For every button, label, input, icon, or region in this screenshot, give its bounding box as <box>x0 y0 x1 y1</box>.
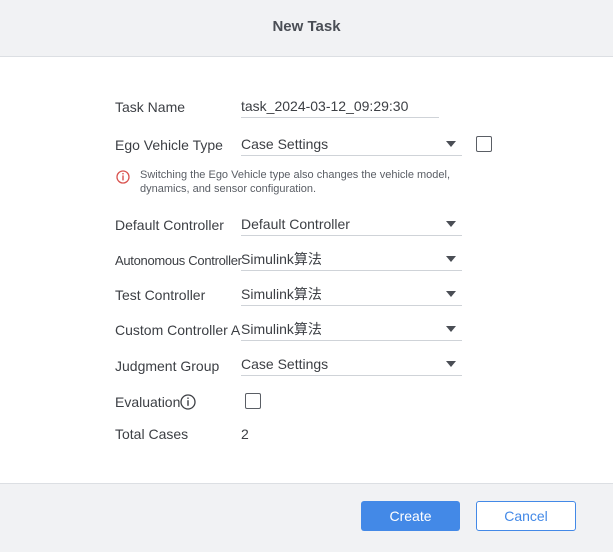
ego-vehicle-type-checkbox[interactable] <box>476 136 492 152</box>
task-name-value: task_2024-03-12_09:29:30 <box>241 98 409 114</box>
total-cases-label: Total Cases <box>115 426 189 442</box>
dialog-title: New Task <box>272 18 341 35</box>
judgment-group-label: Judgment Group <box>115 358 220 374</box>
default-controller-select[interactable]: Default Controller <box>241 215 462 236</box>
create-button[interactable]: Create <box>361 501 460 531</box>
chevron-down-icon <box>446 256 456 262</box>
chevron-down-icon <box>446 141 456 147</box>
autonomous-controller-label: Autonomous Controller <box>115 253 242 268</box>
autonomous-controller-value: Simulink算法 <box>241 251 322 267</box>
ego-vehicle-hint-text: Switching the Ego Vehicle type also chan… <box>140 169 451 195</box>
default-controller-value: Default Controller <box>241 216 350 232</box>
ego-vehicle-type-select[interactable]: Case Settings <box>241 135 462 156</box>
evaluation-checkbox[interactable] <box>245 393 261 409</box>
custom-controller-a-select[interactable]: Simulink算法 <box>241 320 462 341</box>
judgment-group-select[interactable]: Case Settings <box>241 355 462 376</box>
evaluation-label: Evaluation <box>115 394 181 410</box>
cancel-button[interactable]: Cancel <box>476 501 576 531</box>
chevron-down-icon <box>446 221 456 227</box>
ego-vehicle-type-value: Case Settings <box>241 136 329 152</box>
task-name-label: Task Name <box>115 99 186 115</box>
dialog-header: New Task <box>0 0 613 57</box>
ego-vehicle-type-label: Ego Vehicle Type <box>115 137 223 153</box>
test-controller-value: Simulink算法 <box>241 286 322 302</box>
custom-controller-a-value: Simulink算法 <box>241 321 322 337</box>
info-circle-icon[interactable] <box>180 394 196 410</box>
custom-controller-a-label: Custom Controller A <box>115 322 241 338</box>
autonomous-controller-select[interactable]: Simulink算法 <box>241 250 462 271</box>
chevron-down-icon <box>446 326 456 332</box>
dialog-footer: Create Cancel <box>0 483 613 552</box>
task-name-input[interactable]: task_2024-03-12_09:29:30 <box>241 97 439 118</box>
default-controller-label: Default Controller <box>115 217 224 233</box>
test-controller-select[interactable]: Simulink算法 <box>241 285 462 306</box>
total-cases-value: 2 <box>241 426 249 442</box>
chevron-down-icon <box>446 291 456 297</box>
info-circle-icon <box>116 170 130 184</box>
chevron-down-icon <box>446 361 456 367</box>
test-controller-label: Test Controller <box>115 287 206 303</box>
judgment-group-value: Case Settings <box>241 356 329 372</box>
